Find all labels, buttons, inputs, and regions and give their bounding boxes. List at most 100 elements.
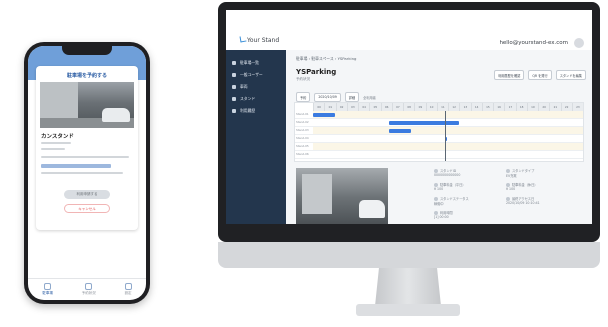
timeline-rows: Stand-01 Stand-02 Stand-03 Stand-04 Stand-05… — [295, 111, 583, 161]
reservation-timeline: 00 01 02 03 04 05 06 07 08 09 10 11 12 13 14 15 16 17 18 19… — [294, 102, 584, 162]
avatar[interactable] — [574, 38, 584, 48]
app-topbar: Your Stand hello@yourstand-ex.com — [226, 10, 592, 50]
hour-label: 21 — [549, 103, 560, 111]
hour-label: 10 — [425, 103, 437, 111]
row-label: Stand-03 — [296, 128, 309, 132]
tab-reservations[interactable]: 予約状況 — [82, 283, 96, 296]
reservation-bar[interactable] — [389, 129, 411, 133]
row-label: Stand-02 — [296, 120, 309, 124]
reservation-date — [41, 164, 111, 168]
monitor-mockup: Your Stand hello@yourstand-ex.com 駐車場一覧 … — [218, 2, 600, 242]
filter-note: 全利用者 — [363, 95, 376, 100]
timeline-row[interactable]: Stand-05 — [295, 143, 583, 151]
timeline-row[interactable]: Stand-06 — [295, 151, 583, 159]
sidebar: 駐車場一覧 一般ユーザー 車両 スタンド 利用履歴 — [226, 50, 286, 224]
phone-notch — [62, 46, 112, 55]
hour-label: 20 — [538, 103, 549, 111]
car-icon — [232, 85, 236, 89]
reservation-bar[interactable] — [313, 113, 335, 117]
text-line — [41, 148, 65, 150]
timeline-row[interactable]: Stand-01 — [295, 111, 583, 119]
hour-label: 19 — [526, 103, 538, 111]
info-status: スタンドステータス 稼働中 — [434, 197, 469, 206]
monitor-stand — [375, 268, 441, 306]
hour-label: 04 — [358, 103, 369, 111]
hour-label: 02 — [335, 103, 347, 111]
filter-detail[interactable]: 詳細 — [344, 92, 360, 102]
timeline-row[interactable]: Stand-04 — [295, 135, 583, 143]
reservation-bar[interactable] — [389, 121, 459, 125]
hour-label: 16 — [493, 103, 504, 111]
sidebar-item-stands[interactable]: スタンド — [226, 94, 286, 104]
sidebar-item-parking[interactable]: 駐車場一覧 — [226, 58, 286, 68]
user-email[interactable]: hello@yourstand-ex.com — [499, 40, 568, 46]
row-band — [313, 151, 583, 158]
phone-screen: 駐車場を予約する カンスタンド 利用申請する キャンセル 駐車場 予約状況 設定 — [28, 46, 146, 300]
breadcrumb[interactable]: 駐車場 › 駐車スペース › YSParking — [296, 56, 356, 62]
hour-label: 00 — [313, 103, 324, 111]
hour-label: 12 — [448, 103, 459, 111]
text-line — [41, 142, 71, 144]
sidebar-item-users[interactable]: 一般ユーザー — [226, 70, 286, 80]
parking-photo — [40, 82, 134, 128]
info-last-access: 最終アクセス日 2020/10/09 10:10:41 — [506, 197, 540, 205]
sidebar-item-history[interactable]: 利用履歴 — [226, 106, 286, 116]
tab-parking[interactable]: 駐車場 — [42, 283, 53, 296]
spot-name: カンスタンド — [41, 134, 74, 140]
monitor-base — [356, 304, 460, 316]
filter-type[interactable]: 予約 — [296, 92, 311, 102]
logo: Your Stand — [239, 35, 279, 44]
hour-label: 14 — [470, 103, 482, 111]
stand-icon — [232, 97, 236, 101]
info-stand-type: スタンドタイプ EV充電 — [506, 169, 535, 178]
stand-photo — [296, 168, 388, 224]
info-stand-id: スタンドID 0000000000000 — [434, 169, 461, 177]
row-label: Stand-06 — [296, 152, 309, 156]
info-usage-time: 利用時間 [1] 00:00 — [434, 211, 453, 219]
action-bar: 利用履歴を確認 QR を発行 スタンドを編集 — [494, 70, 586, 80]
parking-icon — [44, 283, 52, 290]
history-icon — [232, 109, 236, 113]
sidebar-item-vehicles[interactable]: 車両 — [226, 82, 286, 92]
gear-icon — [124, 283, 132, 290]
filter-date[interactable]: 2020/10/09 — [314, 92, 341, 102]
phone-mockup: 駐車場を予約する カンスタンド 利用申請する キャンセル 駐車場 予約状況 設定 — [24, 42, 150, 304]
hour-label: 01 — [324, 103, 335, 111]
hour-label: 13 — [459, 103, 470, 111]
calendar-icon — [85, 283, 93, 290]
qr-button[interactable]: QR を発行 — [528, 70, 552, 80]
row-band — [313, 135, 583, 142]
hour-label: 05 — [369, 103, 380, 111]
filter-bar: 予約 2020/10/09 詳細 全利用者 — [296, 92, 376, 102]
monitor-chin — [218, 242, 600, 268]
text-line — [41, 172, 123, 174]
row-label: Stand-01 — [296, 112, 309, 116]
info-price-holiday: 駐車料金（休日） ¥ 100 — [506, 183, 538, 191]
hour-label: 03 — [346, 103, 358, 111]
row-band — [313, 143, 583, 150]
hour-label: 15 — [481, 103, 493, 111]
logo-icon — [239, 35, 247, 43]
desktop-app: Your Stand hello@yourstand-ex.com 駐車場一覧 … — [226, 10, 592, 224]
parking-card: 駐車場を予約する カンスタンド 利用申請する キャンセル — [36, 66, 138, 230]
hour-label: 23 — [571, 103, 583, 111]
hour-label: 22 — [560, 103, 572, 111]
main-content: 駐車場 › 駐車スペース › YSParking YSParking 予約状況 … — [286, 50, 592, 224]
apply-button[interactable]: 利用申請する — [64, 190, 110, 199]
hour-label: 09 — [414, 103, 425, 111]
card-title: 駐車場を予約する — [66, 73, 107, 79]
history-button[interactable]: 利用履歴を確認 — [494, 70, 525, 80]
row-band — [313, 127, 583, 134]
hour-label: 07 — [391, 103, 403, 111]
cancel-button[interactable]: キャンセル — [64, 204, 110, 213]
row-label: Stand-05 — [296, 144, 309, 148]
hour-label: 11 — [436, 103, 448, 111]
page-title: YSParking — [296, 68, 337, 76]
row-band — [313, 111, 583, 118]
hour-header: 00 01 02 03 04 05 06 07 08 09 10 11 12 13 14 15 16 17 18 19… — [313, 103, 583, 111]
hour-label: 08 — [403, 103, 414, 111]
timeline-row[interactable]: Stand-03 — [295, 127, 583, 135]
edit-stand-button[interactable]: スタンドを編集 — [555, 70, 586, 80]
hour-label: 17 — [504, 103, 515, 111]
tab-settings[interactable]: 設定 — [124, 283, 132, 296]
